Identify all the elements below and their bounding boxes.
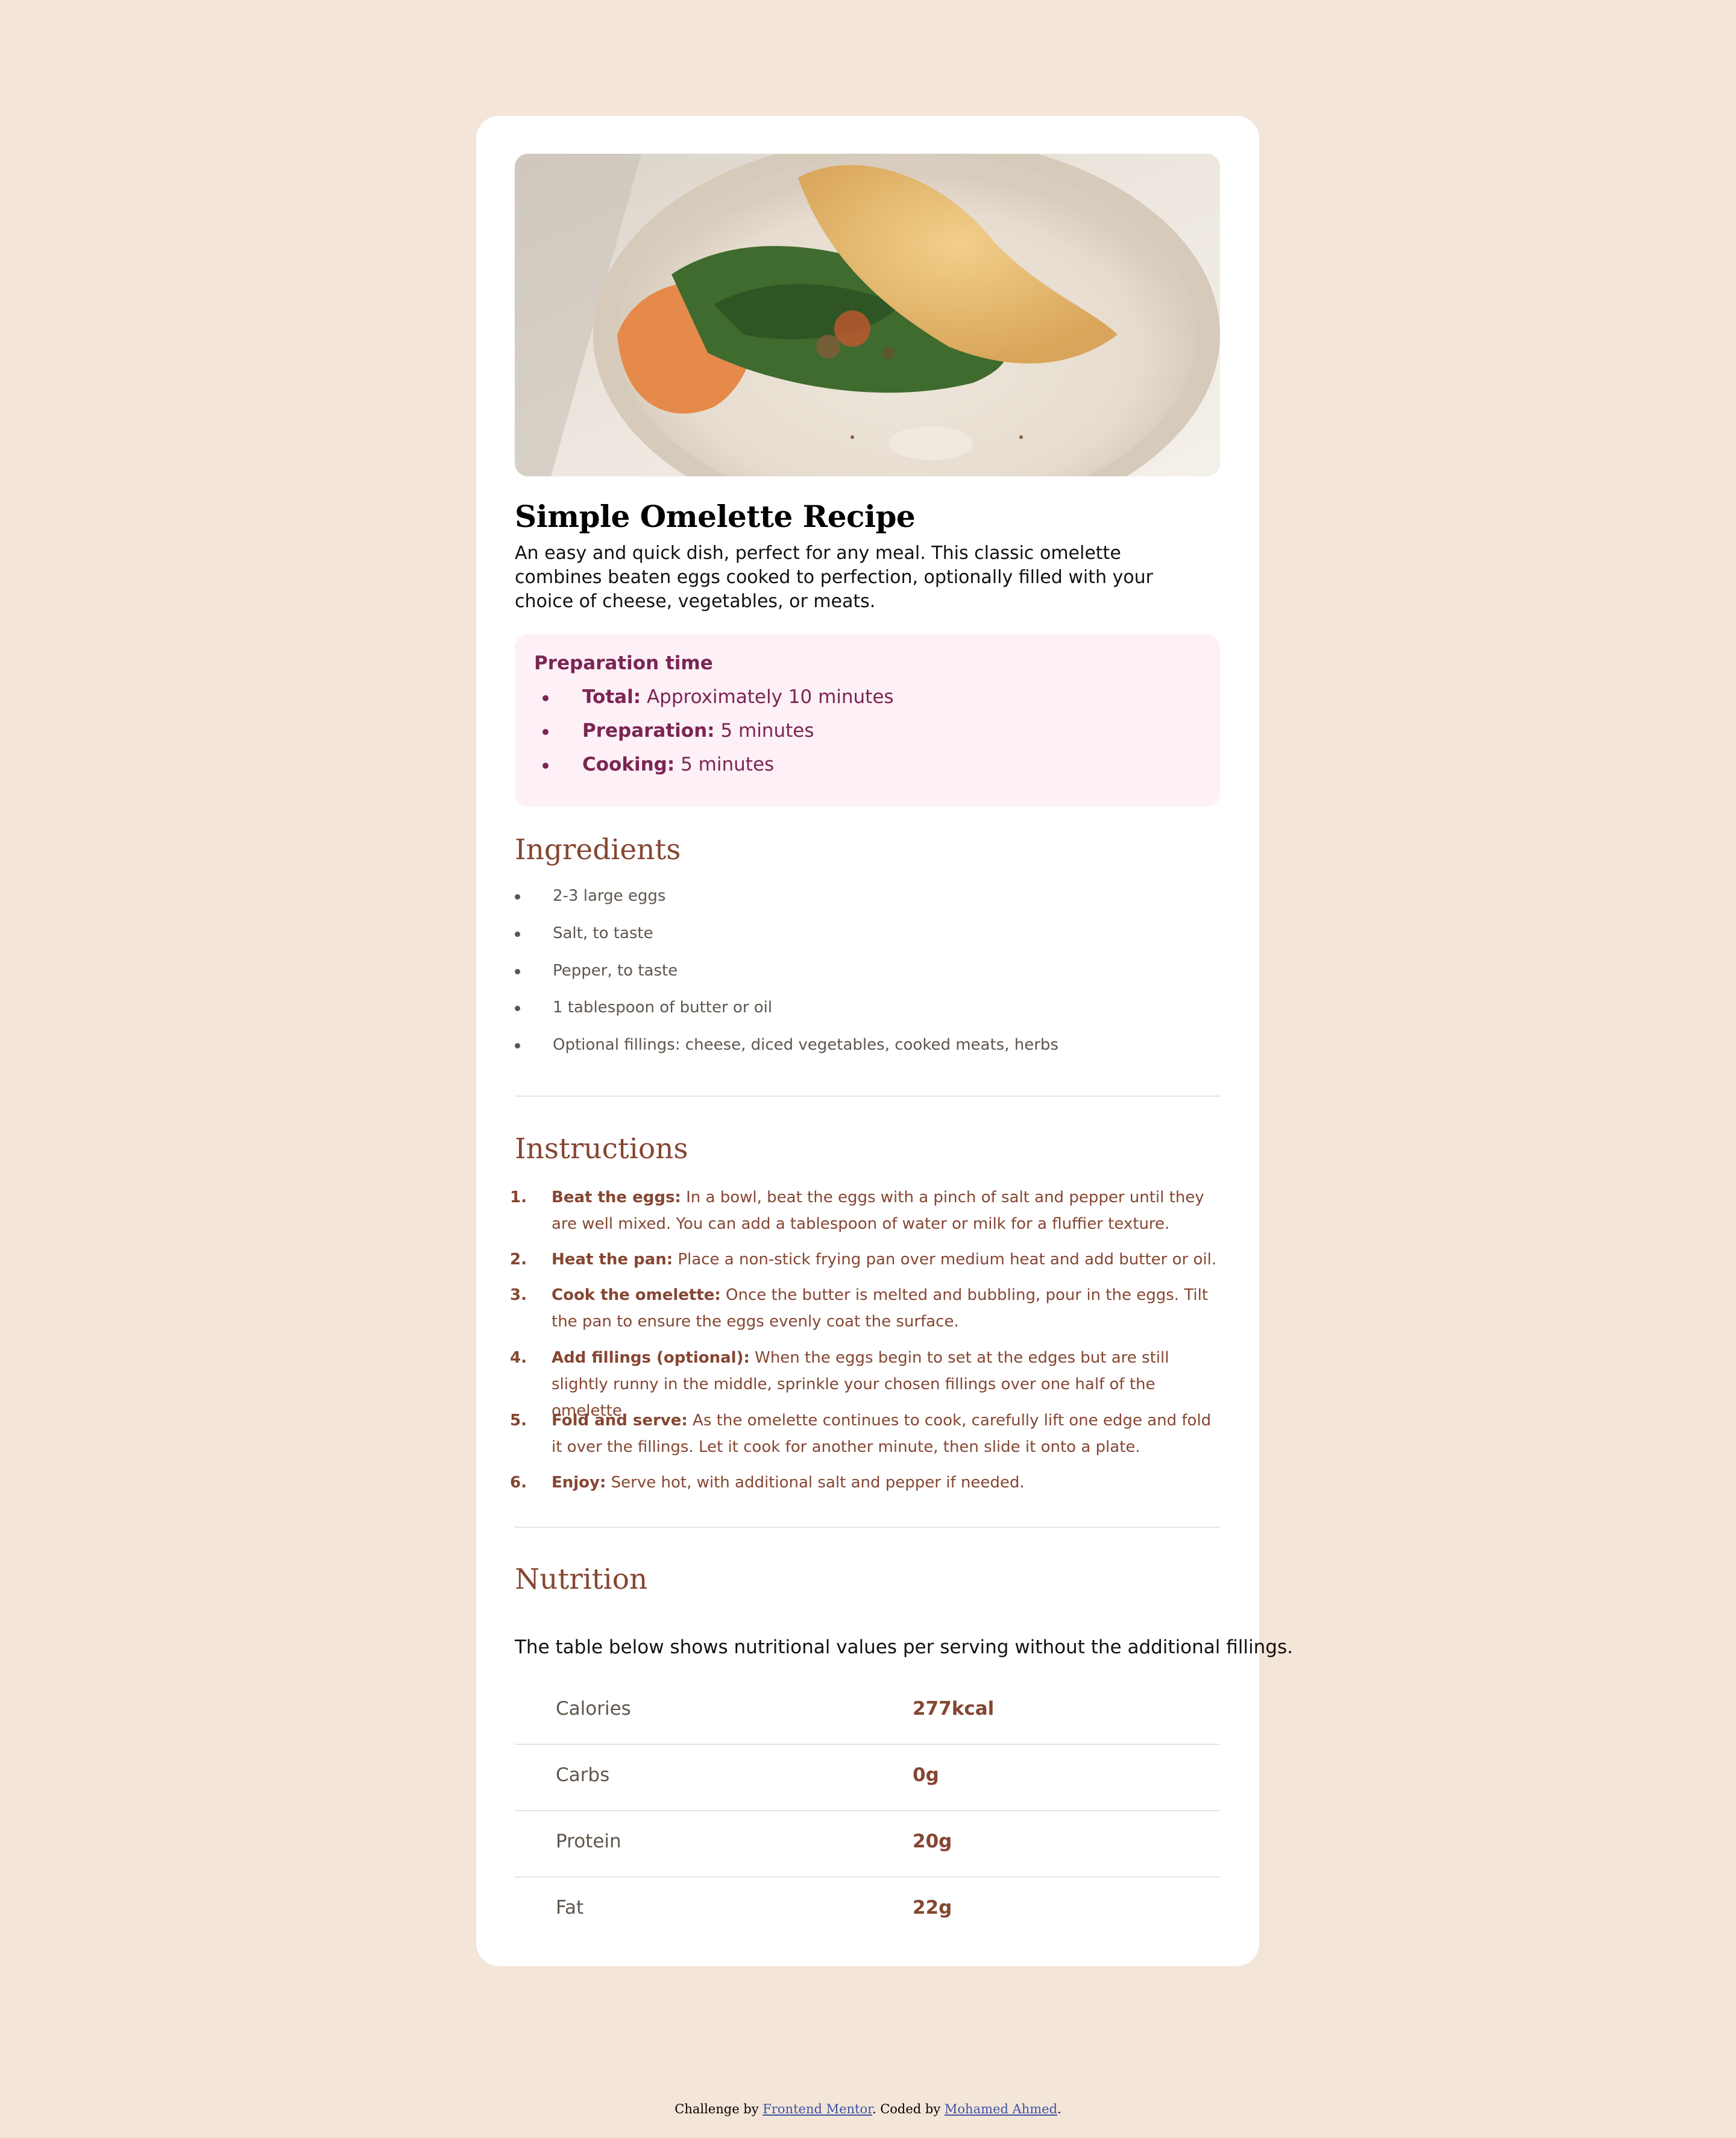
list-item: Optional fillings: cheese, diced vegetab… (515, 1035, 1058, 1055)
instruction-step: 1. Beat the eggs: In a bowl, beat the eg… (510, 1184, 1221, 1237)
bullet-icon (515, 894, 520, 900)
frontend-mentor-link[interactable]: Frontend Mentor (763, 2102, 872, 2116)
prep-item-label: Cooking: (582, 754, 675, 775)
preparation-time-title: Preparation time (534, 652, 713, 674)
step-label: Cook the omelette: (552, 1286, 721, 1304)
step-label: Beat the eggs: (552, 1188, 681, 1206)
recipe-intro: An easy and quick dish, perfect for any … (515, 543, 1153, 612)
prep-item-value: 5 minutes (675, 754, 775, 775)
step-label: Fold and serve: (552, 1411, 688, 1430)
table-row: Calories 277kcal (515, 1679, 1220, 1745)
instructions-title: Instructions (515, 1132, 688, 1165)
prep-item: Cooking: 5 minutes (542, 754, 775, 775)
step-text: Place a non-stick frying pan over medium… (673, 1250, 1217, 1269)
nutrition-label: Protein (556, 1831, 621, 1852)
nutrition-title: Nutrition (515, 1563, 648, 1596)
step-number: 1. (510, 1188, 527, 1206)
recipe-title: Simple Omelette Recipe (515, 499, 916, 534)
instruction-step: 5. Fold and serve: As the omelette conti… (510, 1407, 1221, 1460)
nutrition-value: 20g (913, 1831, 952, 1852)
step-label: Heat the pan: (552, 1250, 673, 1269)
step-number: 5. (510, 1411, 527, 1430)
prep-item: Preparation: 5 minutes (542, 720, 814, 742)
bullet-icon (542, 695, 549, 701)
list-item: Salt, to taste (515, 923, 653, 944)
instruction-step: 2. Heat the pan: Place a non-stick fryin… (510, 1246, 1221, 1273)
recipe-card: Simple Omelette Recipe An easy and quick… (476, 116, 1293, 1966)
list-item: 1 tablespoon of butter or oil (515, 997, 773, 1018)
ingredient-text: Salt, to taste (553, 924, 653, 942)
footer-suffix: . (1057, 2102, 1061, 2116)
omelette-image (515, 154, 1220, 476)
divider (515, 1096, 1220, 1097)
divider (515, 1527, 1220, 1528)
author-link[interactable]: Mohamed Ahmed (945, 2102, 1057, 2116)
step-number: 4. (510, 1349, 527, 1367)
prep-item-value: 5 minutes (714, 720, 814, 742)
ingredient-text: 1 tablespoon of butter or oil (553, 998, 773, 1017)
attribution-footer: Challenge by Frontend Mentor. Coded by M… (0, 2102, 1736, 2116)
ingredient-text: 2-3 large eggs (553, 887, 666, 905)
bullet-icon (515, 1043, 520, 1049)
table-row: Protein 20g (515, 1811, 1220, 1878)
nutrition-value: 277kcal (913, 1698, 995, 1720)
prep-item-label: Preparation: (582, 720, 715, 742)
prep-item: Total: Approximately 10 minutes (542, 686, 894, 708)
nutrition-value: 22g (913, 1897, 952, 1919)
step-label: Add fillings (optional): (552, 1349, 750, 1367)
bullet-icon (515, 932, 520, 937)
prep-item-label: Total: (582, 686, 641, 708)
nutrition-label: Fat (556, 1897, 584, 1919)
instruction-step: 6. Enjoy: Serve hot, with additional sal… (510, 1469, 1221, 1496)
bullet-icon (515, 969, 520, 974)
bullet-icon (515, 1006, 520, 1011)
preparation-time-box: Preparation time Total: Approximately 10… (515, 634, 1220, 807)
ingredient-text: Optional fillings: cheese, diced vegetab… (553, 1036, 1058, 1054)
footer-middle: . Coded by (872, 2102, 945, 2116)
nutrition-label: Carbs (556, 1764, 610, 1786)
table-row: Fat 22g (515, 1878, 1220, 1944)
list-item: 2-3 large eggs (515, 886, 666, 906)
nutrition-table: Calories 277kcal Carbs 0g Protein 20g Fa… (515, 1679, 1220, 1944)
step-text: Serve hot, with additional salt and pepp… (606, 1474, 1025, 1492)
footer-prefix: Challenge by (675, 2102, 763, 2116)
instruction-step: 3. Cook the omelette: Once the butter is… (510, 1282, 1221, 1335)
nutrition-description: The table below shows nutritional values… (515, 1636, 1293, 1658)
step-number: 2. (510, 1250, 527, 1269)
nutrition-label: Calories (556, 1698, 631, 1720)
step-number: 3. (510, 1286, 527, 1304)
ingredients-title: Ingredients (515, 833, 681, 866)
bullet-icon (542, 763, 549, 769)
step-number: 6. (510, 1474, 527, 1492)
list-item: Pepper, to taste (515, 960, 678, 981)
step-label: Enjoy: (552, 1474, 606, 1492)
bullet-icon (542, 729, 549, 735)
table-row: Carbs 0g (515, 1745, 1220, 1811)
ingredient-text: Pepper, to taste (553, 962, 678, 980)
omelette-photo-icon (515, 154, 1220, 476)
prep-item-value: Approximately 10 minutes (641, 686, 894, 708)
nutrition-value: 0g (913, 1764, 939, 1786)
